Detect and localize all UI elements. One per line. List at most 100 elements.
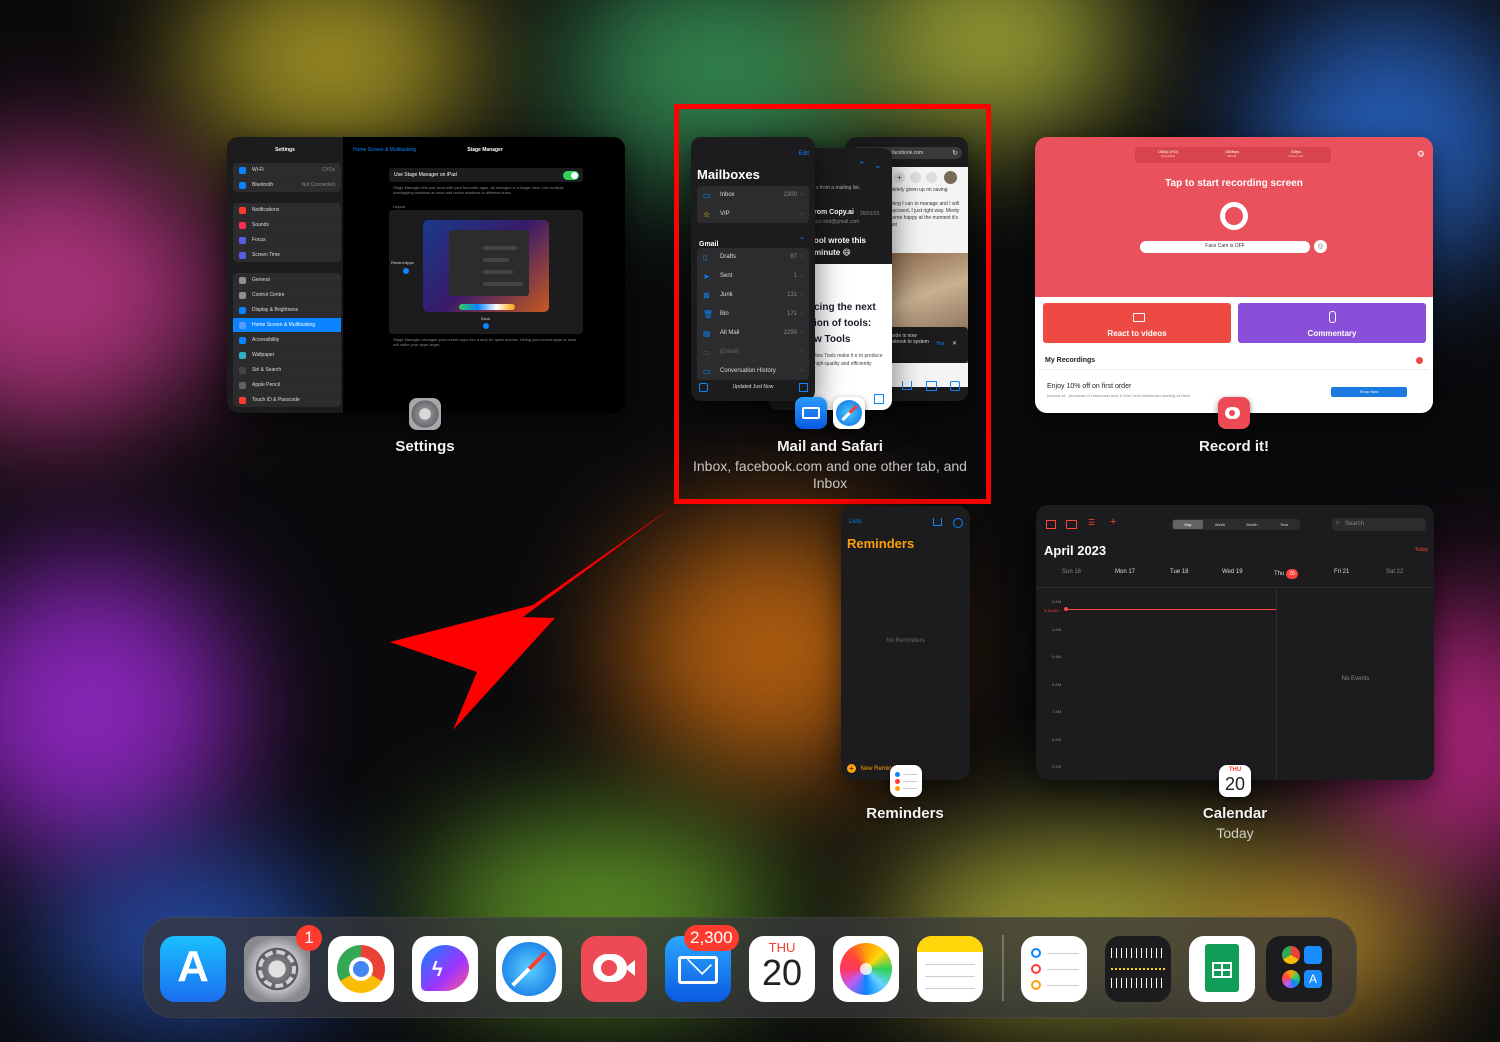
settings-row-pencil[interactable]: Apple Pencil [233,378,341,393]
facecam-label: Face Cam is OFF [1205,243,1245,249]
calendar-today-button[interactable]: Today [1415,547,1428,553]
dock-record-it[interactable] [581,936,647,1002]
record-button[interactable] [1220,202,1248,230]
calendar-card-subtitle: Today [1216,825,1254,841]
react-videos-button[interactable]: React to videos [1043,303,1231,343]
notifications-icon [239,206,246,214]
display-icon [239,306,246,314]
time-3am: 3 AM [1052,599,1062,604]
settings-row-sounds[interactable]: Sounds [233,218,341,233]
sounds-icon [239,221,246,229]
reminders-window-card[interactable]: Lists Reminders No Reminders + New Remin… [841,506,970,780]
recent-apps-label: Recent Apps [391,260,414,265]
settings-row-accessibility[interactable]: Accessibility [233,333,341,348]
bitrate-option[interactable]: 16Mbps Bitrate [1207,149,1257,158]
view-year[interactable]: Year [1269,520,1299,529]
more-icon[interactable] [953,518,963,528]
view-month[interactable]: Month [1237,520,1267,529]
dock-photos[interactable] [833,936,899,1002]
focus-icon [239,236,246,244]
react-videos-label: React to videos [1107,329,1167,338]
commentary-button[interactable]: Commentary [1238,303,1426,343]
reminders-title: Reminders [847,536,915,551]
add-event-icon[interactable]: + [1110,516,1116,528]
dock-divider [1002,935,1004,1001]
no-events-text: No Events [1341,676,1370,682]
settings-group-notify: Notifications Sounds Focus Screen Time [233,203,341,262]
dock-reminders[interactable] [1021,936,1087,1002]
settings-row-general[interactable]: General [233,273,341,288]
record-title: Tap to start recording screen [1165,178,1303,189]
settings-window-card[interactable]: Settings Wi-Fi CXOs Bluetooth Not Connecte… [227,137,625,413]
settings-row-display[interactable]: Display & Brightness [233,303,341,318]
gear-icon [239,276,246,284]
view-week[interactable]: Week [1205,520,1235,529]
dock-radio[interactable] [483,323,489,329]
day-sat[interactable]: Sat 22 [1386,569,1403,575]
settings-row-focus[interactable]: Focus [233,233,341,248]
day-mon[interactable]: Mon 17 [1115,569,1135,575]
calendar-icon-day: THU [1228,767,1242,773]
search-placeholder: Search [1345,521,1365,527]
day-thu[interactable]: Thu 20 [1274,569,1299,579]
lists-back-button[interactable]: Lists [849,519,861,525]
reminders-icon [1031,948,1041,958]
facecam-toggle[interactable]: Face Cam is OFF [1140,241,1310,253]
dock-calendar[interactable]: THU 20 [749,936,815,1002]
dock-messenger[interactable]: ϟ [412,936,478,1002]
day-sun[interactable]: Sun 16 [1062,569,1081,575]
settings-row-screen-time[interactable]: Screen Time [233,248,341,262]
view-segmented-control: Day Week Month Year [1172,519,1300,530]
current-time-dot [1064,607,1068,611]
settings-badge: 1 [296,925,322,951]
time-5am: 5 AM [1052,654,1062,659]
stage-manager-toggle-row: Use Stage Manager on iPad [389,168,583,182]
my-recordings-row[interactable]: My Recordings [1039,353,1429,370]
ad-cta-button[interactable]: Shop Now [1331,387,1407,397]
settings-sidebar-title: Settings [275,147,295,153]
dock-measure[interactable] [1105,936,1171,1002]
layout-label: Layout [393,204,406,209]
settings-row-control-centre[interactable]: Control Centre [233,288,341,303]
list-icon[interactable]: ☰ [1088,518,1095,527]
camera-switch-icon[interactable]: ◎ [1314,240,1327,253]
calendar-search-field[interactable]: ⌕ Search [1332,518,1426,531]
dock-app-store[interactable]: A [160,936,226,1002]
settings-row-siri[interactable]: Siri & Search [233,363,341,378]
reminders-card-label: Reminders [866,805,944,822]
record-window-card[interactable]: 1080p (HD) Resolution 16Mbps Bitrate 30fps… [1035,137,1433,413]
back-link[interactable]: Home Screen & Multitasking [353,147,416,153]
dock-chrome[interactable] [328,936,394,1002]
settings-row-wifi[interactable]: Wi-Fi CXOs [233,163,341,178]
day-tue[interactable]: Tue 18 [1170,569,1188,575]
footer-description: Stage Manager arranges your recent apps … [393,337,577,347]
dock-sheets[interactable] [1189,936,1255,1002]
calendar-month-title: April 2023 [1044,543,1107,558]
settings-row-touch-id[interactable]: Touch ID & Passcode [233,393,341,407]
settings-row-notifications[interactable]: Notifications [233,203,341,218]
settings-row-home-screen[interactable]: Home Screen & Multitasking [233,318,341,333]
settings-row-bluetooth[interactable]: Bluetooth Not Connected [233,178,341,192]
view-day[interactable]: Day [1173,520,1203,529]
day-fri[interactable]: Fri 21 [1334,569,1349,575]
calendars-icon[interactable] [1046,520,1056,529]
dock-recent-apps-folder[interactable]: A [1266,936,1332,1002]
highlight-rectangle [674,104,991,504]
today-date-badge: 20 [1286,569,1299,579]
day-wed[interactable]: Wed 19 [1222,569,1243,575]
gear-icon[interactable]: ⚙ [1417,149,1425,160]
share-icon[interactable] [933,518,942,526]
stage-manager-switch[interactable] [563,171,579,180]
time-9am: 9 AM [1052,764,1062,769]
settings-row-wallpaper[interactable]: Wallpaper [233,348,341,363]
app-store-icon: A [177,942,209,991]
framerate-option[interactable]: 30fps Frame rate [1271,149,1321,158]
inbox-icon[interactable] [1066,520,1077,529]
settings-detail: Home Screen & Multitasking Stage Manager… [345,137,625,413]
calendar-window-card[interactable]: ☰ + Day Week Month Year ⌕ Search April 2… [1036,505,1434,780]
dock-notes[interactable] [917,936,983,1002]
dock-safari[interactable] [496,936,562,1002]
resolution-option[interactable]: 1080p (HD) Resolution [1143,149,1193,158]
messenger-icon [421,945,469,991]
recent-apps-radio[interactable] [403,268,409,274]
